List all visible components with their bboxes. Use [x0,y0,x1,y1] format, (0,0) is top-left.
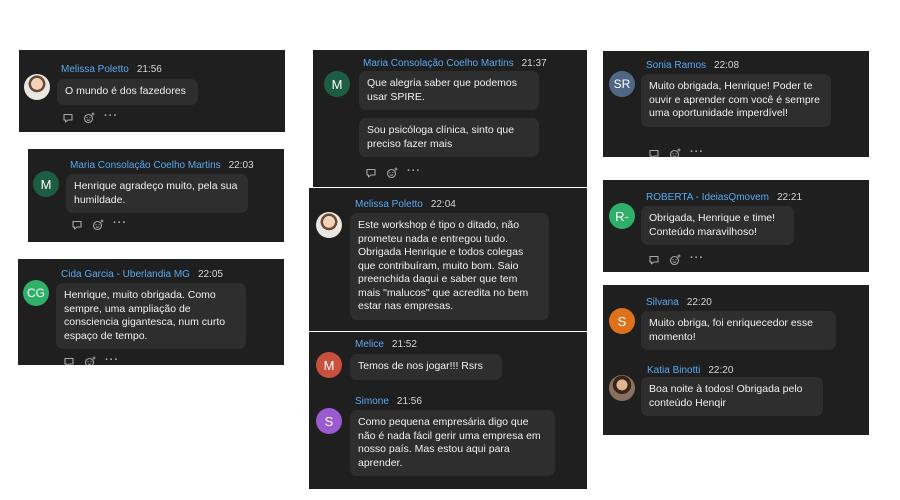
chat-card-melissa-1: Melissa Poletto 21:56 O mundo é dos fazed… [19,50,285,132]
message-header: Maria Consolação Coelho Martins 21:37 [363,58,547,69]
message-header: ROBERTA - IdeiasQmovem 22:21 [646,192,802,203]
add-reaction-icon[interactable] [92,219,104,231]
message-bubble: Este workshop é tipo o ditado, não prome… [350,213,549,320]
more-options-icon[interactable]: ··· [113,217,127,229]
message-bubble: O mundo é dos fazedores [57,79,198,105]
chat-card-maria-1: M Maria Consolação Coelho Martins 21:37 Q… [313,50,587,187]
more-options-icon[interactable]: ··· [690,146,704,157]
message-header: Melissa Poletto 21:56 [61,64,162,75]
sender-name[interactable]: Maria Consolação Coelho Martins [70,160,221,171]
timestamp: 21:56 [396,396,422,407]
message-header: Melissa Poletto 22:04 [355,199,456,210]
reply-icon[interactable] [71,219,83,231]
reply-icon[interactable] [648,254,660,266]
sender-name[interactable]: Melissa Poletto [355,199,423,210]
chat-card-melissa-2: Melissa Poletto 22:04 Este workshop é tip… [309,188,587,331]
message-actions: ··· [648,146,704,157]
timestamp: 22:21 [777,192,803,203]
avatar[interactable]: M [33,171,59,197]
more-options-icon[interactable]: ··· [105,354,119,365]
timestamp: 21:37 [521,58,547,69]
chat-card-roberta: R- ROBERTA - IdeiasQmovem 22:21 Obrigada,… [603,180,869,272]
avatar[interactable] [24,74,50,100]
message-bubble: Que alegria saber que podemos usar SPIRE… [359,71,539,110]
chat-card-silvana-katia: S Silvana 22:20 Muito obriga, foi enrique… [603,285,869,435]
sender-name[interactable]: Simone [355,396,389,407]
message-header: Katia Binotti 22:20 [647,365,733,376]
sender-name[interactable]: Sonia Ramos [646,60,706,71]
add-reaction-icon[interactable] [84,356,96,365]
timestamp: 22:04 [430,199,456,210]
more-options-icon[interactable]: ··· [690,252,704,264]
message-header: Silvana 22:20 [646,297,712,308]
timestamp: 22:20 [708,365,734,376]
avatar[interactable]: M [324,71,350,97]
more-options-icon[interactable]: ··· [407,165,421,177]
add-reaction-icon[interactable] [386,167,398,179]
timestamp: 22:05 [197,269,223,280]
timestamp: 22:20 [686,297,712,308]
message-header: Cida Garcia - Uberlandia MG 22:05 [61,269,223,280]
sender-name[interactable]: Melice [355,339,384,350]
avatar[interactable]: SR [609,71,635,97]
avatar[interactable]: M [316,352,342,378]
add-reaction-icon[interactable] [669,148,681,157]
timestamp: 21:52 [391,339,417,350]
add-reaction-icon[interactable] [83,112,95,124]
reply-icon[interactable] [648,148,660,157]
sender-name[interactable]: Katia Binotti [647,365,700,376]
message-actions: ··· [62,110,118,124]
timestamp: 22:03 [228,160,254,171]
avatar[interactable]: CG [23,280,49,306]
message-bubble: Sou psicóloga clínica, sinto que preciso… [359,118,539,157]
avatar[interactable] [316,212,342,238]
avatar[interactable]: R- [609,203,635,229]
message-header: Maria Consolação Coelho Martins 22:03 [70,160,254,171]
message-bubble: Henrique, muito obrigada. Como sempre, u… [56,283,246,349]
add-reaction-icon[interactable] [669,254,681,266]
message-bubble: Temos de nos jogar!!! Rsrs [350,354,502,380]
reply-icon[interactable] [62,112,74,124]
timestamp: 22:08 [714,60,740,71]
message-header: Sonia Ramos 22:08 [646,60,739,71]
message-bubble: Boa noite à todos! Obrigada pelo conteúd… [641,377,823,416]
avatar[interactable]: S [609,308,635,334]
sender-name[interactable]: ROBERTA - IdeiasQmovem [646,192,769,203]
message-bubble: Henrique agradeço muito, pela sua humild… [66,174,248,213]
chat-card-cida: CG Cida Garcia - Uberlandia MG 22:05 Henr… [18,259,284,365]
message-actions: ··· [71,217,127,231]
message-actions: ··· [63,354,119,365]
message-bubble: Muito obriga, foi enriquecedor esse mome… [641,311,836,350]
message-bubble: Obrigada, Henrique e time! Conteúdo mara… [641,206,794,245]
chat-card-melice-simone: M Melice 21:52 Temos de nos jogar!!! Rsrs… [309,332,587,489]
message-bubble: Muito obrigada, Henrique! Poder te ouvir… [641,74,831,127]
sender-name[interactable]: Maria Consolação Coelho Martins [363,58,514,69]
message-header: Simone 21:56 [355,396,422,407]
message-actions: ··· [648,252,704,266]
avatar[interactable] [609,375,635,401]
sender-name[interactable]: Melissa Poletto [61,64,129,75]
message-actions: ··· [365,165,421,179]
more-options-icon[interactable]: ··· [104,110,118,122]
chat-card-sonia: SR Sonia Ramos 22:08 Muito obrigada, Henr… [603,51,869,157]
avatar[interactable]: S [316,408,342,434]
message-bubble: Como pequena empresária digo que não é n… [350,410,555,476]
message-header: Melice 21:52 [355,339,417,350]
reply-icon[interactable] [63,356,75,365]
sender-name[interactable]: Silvana [646,297,679,308]
timestamp: 21:56 [136,64,162,75]
reply-icon[interactable] [365,167,377,179]
sender-name[interactable]: Cida Garcia - Uberlandia MG [61,269,190,280]
chat-card-maria-2: M Maria Consolação Coelho Martins 22:03 H… [28,149,284,242]
